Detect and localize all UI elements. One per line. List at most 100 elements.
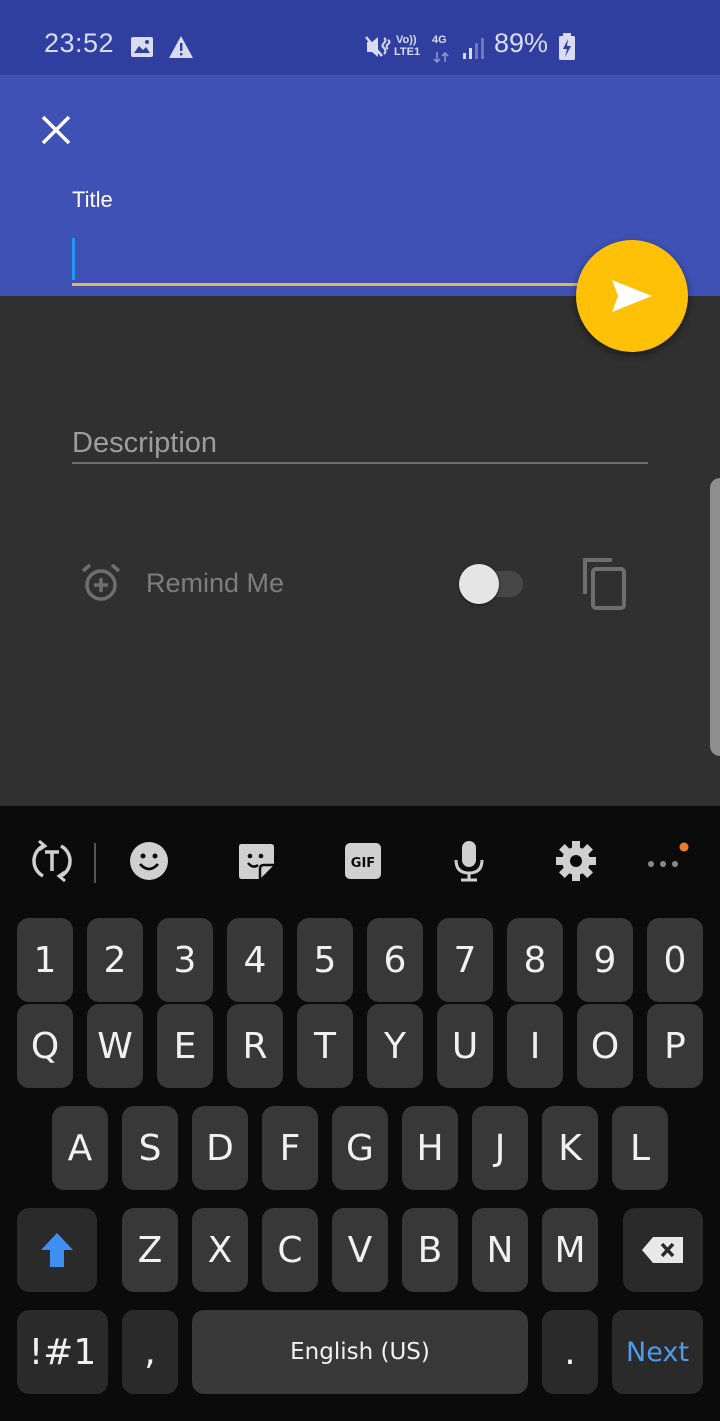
key-8[interactable]: 8 — [507, 918, 563, 1002]
key-1[interactable]: 1 — [17, 918, 73, 1002]
key-label: 9 — [593, 939, 617, 981]
key-2[interactable]: 2 — [87, 918, 143, 1002]
fast-scroll-handle[interactable] — [710, 478, 720, 756]
microphone-icon — [454, 841, 484, 882]
key-label: 4 — [243, 939, 267, 981]
mute-vibrate-icon — [365, 34, 393, 64]
key-w[interactable]: W — [87, 1004, 143, 1088]
shift-key[interactable] — [17, 1208, 97, 1292]
space-key[interactable]: English (US) — [192, 1310, 528, 1394]
more-options-button[interactable] — [640, 836, 690, 886]
key-t[interactable]: T — [297, 1004, 353, 1088]
gif-button[interactable]: GIF — [338, 836, 388, 886]
text-mode-icon — [32, 839, 72, 883]
key-x[interactable]: X — [192, 1208, 248, 1292]
key-6[interactable]: 6 — [367, 918, 423, 1002]
key-9[interactable]: 9 — [577, 918, 633, 1002]
svg-text:GIF: GIF — [351, 856, 375, 871]
key-a[interactable]: A — [52, 1106, 108, 1190]
key-label: B — [417, 1229, 443, 1271]
key-h[interactable]: H — [402, 1106, 458, 1190]
shift-icon — [41, 1233, 73, 1267]
volte-top: Vo)) — [396, 34, 417, 46]
key-z[interactable]: Z — [122, 1208, 178, 1292]
text-cursor — [72, 238, 75, 280]
next-key[interactable]: Next — [612, 1310, 703, 1394]
sticker-button[interactable] — [231, 836, 281, 886]
key-i[interactable]: I — [507, 1004, 563, 1088]
key-v[interactable]: V — [332, 1208, 388, 1292]
key-o[interactable]: O — [577, 1004, 633, 1088]
key-b[interactable]: B — [402, 1208, 458, 1292]
status-bar: 23:52 Vo)) LTE1 4G 89% — [0, 0, 720, 75]
key-label: C — [277, 1229, 303, 1271]
comma-key[interactable]: , — [122, 1310, 178, 1394]
key-label: A — [67, 1127, 93, 1169]
key-label: H — [416, 1127, 444, 1169]
key-label: 3 — [173, 939, 197, 981]
key-c[interactable]: C — [262, 1208, 318, 1292]
key-d[interactable]: D — [192, 1106, 248, 1190]
key-label: G — [346, 1127, 374, 1169]
key-j[interactable]: J — [472, 1106, 528, 1190]
emoji-button[interactable] — [124, 836, 174, 886]
key-y[interactable]: Y — [367, 1004, 423, 1088]
symbols-key[interactable]: !#1 — [17, 1310, 108, 1394]
remind-me-label: Remind Me — [146, 568, 285, 598]
status-time: 23:52 — [44, 28, 115, 58]
key-label: !#1 — [28, 1331, 97, 1373]
key-label: S — [138, 1127, 162, 1169]
voice-input-button[interactable] — [444, 836, 494, 886]
more-icon — [648, 842, 689, 867]
key-l[interactable]: L — [612, 1106, 668, 1190]
key-u[interactable]: U — [437, 1004, 493, 1088]
close-button[interactable] — [36, 110, 76, 150]
key-label: F — [279, 1127, 301, 1169]
key-k[interactable]: K — [542, 1106, 598, 1190]
key-3[interactable]: 3 — [157, 918, 213, 1002]
copy-icon — [583, 558, 626, 610]
remind-me-toggle[interactable] — [457, 562, 525, 606]
battery-percent: 89% — [494, 28, 549, 58]
period-key[interactable]: . — [542, 1310, 598, 1394]
title-input[interactable] — [72, 234, 592, 286]
key-label: D — [206, 1127, 234, 1169]
key-label: 6 — [383, 939, 407, 981]
key-label: 5 — [313, 939, 337, 981]
emoji-icon — [130, 842, 168, 880]
key-label: Y — [384, 1025, 406, 1067]
key-5[interactable]: 5 — [297, 918, 353, 1002]
copy-button[interactable] — [580, 556, 628, 616]
key-f[interactable]: F — [262, 1106, 318, 1190]
gif-icon: GIF — [345, 843, 381, 879]
network-type: 4G — [432, 34, 447, 46]
key-label: . — [564, 1331, 576, 1373]
key-p[interactable]: P — [647, 1004, 703, 1088]
key-m[interactable]: M — [542, 1208, 598, 1292]
key-label: 1 — [33, 939, 57, 981]
key-label: N — [486, 1229, 514, 1271]
key-label: V — [347, 1229, 373, 1271]
key-label: 0 — [663, 939, 687, 981]
text-mode-button[interactable] — [27, 836, 77, 886]
send-button[interactable] — [576, 240, 688, 352]
key-g[interactable]: G — [332, 1106, 388, 1190]
key-label: Z — [137, 1229, 163, 1271]
key-4[interactable]: 4 — [227, 918, 283, 1002]
key-label: 7 — [453, 939, 477, 981]
key-n[interactable]: N — [472, 1208, 528, 1292]
key-s[interactable]: S — [122, 1106, 178, 1190]
backspace-icon — [642, 1237, 683, 1263]
sticker-icon — [239, 844, 274, 879]
key-r[interactable]: R — [227, 1004, 283, 1088]
volte-bottom: LTE1 — [394, 46, 421, 58]
key-q[interactable]: Q — [17, 1004, 73, 1088]
key-e[interactable]: E — [157, 1004, 213, 1088]
battery-charging-icon — [558, 33, 576, 65]
backspace-key[interactable] — [623, 1208, 703, 1292]
key-label: Q — [30, 1025, 60, 1067]
key-0[interactable]: 0 — [647, 918, 703, 1002]
toolbar-divider — [94, 843, 96, 883]
keyboard-settings-button[interactable] — [551, 836, 601, 886]
key-7[interactable]: 7 — [437, 918, 493, 1002]
